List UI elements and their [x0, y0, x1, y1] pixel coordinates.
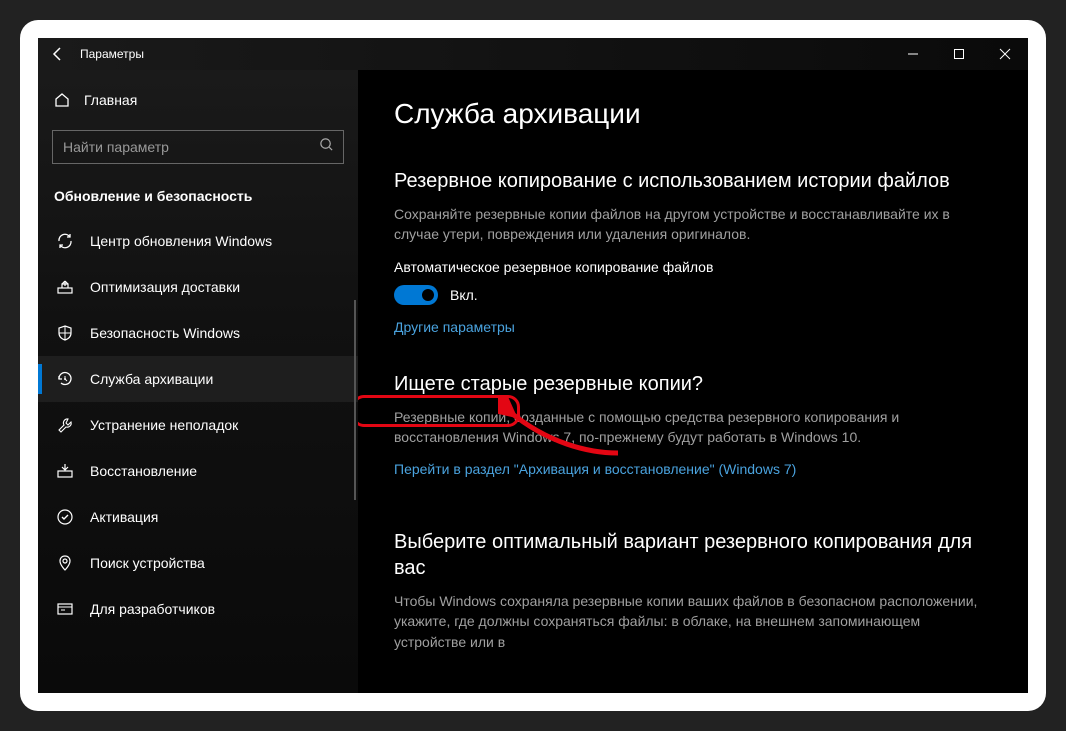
home-label: Главная	[84, 92, 137, 108]
settings-window: Параметры Главная Об	[38, 38, 1028, 693]
back-button[interactable]	[38, 38, 78, 70]
minimize-button[interactable]	[890, 38, 936, 70]
wrench-icon	[56, 416, 74, 434]
section-desc: Сохраняйте резервные копии файлов на дру…	[394, 204, 954, 245]
window-title: Параметры	[80, 47, 144, 61]
category-header: Обновление и безопасность	[38, 172, 358, 218]
section-choose-backup: Выберите оптимальный вариант резервного …	[394, 529, 992, 652]
nav-item-backup[interactable]: Служба архивации	[38, 356, 358, 402]
delivery-icon	[56, 278, 74, 296]
nav-item-find-device[interactable]: Поиск устройства	[38, 540, 358, 586]
scrollbar[interactable]	[354, 300, 356, 500]
nav-item-activation[interactable]: Активация	[38, 494, 358, 540]
nav-label: Восстановление	[90, 463, 197, 479]
location-icon	[56, 554, 74, 572]
nav-item-windows-security[interactable]: Безопасность Windows	[38, 310, 358, 356]
section-old-backups: Ищете старые резервные копии? Резервные …	[394, 371, 992, 480]
nav-label: Для разработчиков	[90, 601, 215, 617]
section-title: Выберите оптимальный вариант резервного …	[394, 529, 992, 581]
section-desc: Чтобы Windows сохраняла резервные копии …	[394, 591, 992, 652]
nav-label: Оптимизация доставки	[90, 279, 240, 295]
section-title: Ищете старые резервные копии?	[394, 371, 992, 397]
section-title: Резервное копирование с использованием и…	[394, 168, 992, 194]
activation-icon	[56, 508, 74, 526]
content-area: Служба архивации Резервное копирование с…	[358, 70, 1028, 693]
goto-backup-restore-link[interactable]: Перейти в раздел "Архивация и восстановл…	[394, 461, 796, 477]
sidebar: Главная Обновление и безопасность Центр …	[38, 70, 358, 693]
nav-label: Служба архивации	[90, 371, 213, 387]
search-input[interactable]	[52, 130, 344, 164]
home-icon	[54, 92, 70, 108]
nav-item-troubleshoot[interactable]: Устранение неполадок	[38, 402, 358, 448]
nav-label: Безопасность Windows	[90, 325, 240, 341]
sync-icon	[56, 232, 74, 250]
section-file-history: Резервное копирование с использованием и…	[394, 168, 992, 337]
toggle-state: Вкл.	[450, 287, 478, 303]
nav-item-delivery-optimization[interactable]: Оптимизация доставки	[38, 264, 358, 310]
nav-item-windows-update[interactable]: Центр обновления Windows	[38, 218, 358, 264]
search-icon	[319, 137, 334, 157]
toggle-label: Автоматическое резервное копирование фай…	[394, 259, 992, 275]
backup-icon	[56, 370, 74, 388]
nav-label: Поиск устройства	[90, 555, 205, 571]
arrow-left-icon	[50, 46, 66, 62]
shield-icon	[56, 324, 74, 342]
nav-label: Активация	[90, 509, 158, 525]
close-button[interactable]	[982, 38, 1028, 70]
nav-item-recovery[interactable]: Восстановление	[38, 448, 358, 494]
recovery-icon	[56, 462, 74, 480]
titlebar: Параметры	[38, 38, 1028, 70]
maximize-button[interactable]	[936, 38, 982, 70]
developers-icon	[56, 600, 74, 618]
nav-label: Центр обновления Windows	[90, 233, 272, 249]
nav-label: Устранение неполадок	[90, 417, 238, 433]
nav-list: Центр обновления Windows Оптимизация дос…	[38, 218, 358, 632]
more-options-link[interactable]: Другие параметры	[394, 319, 515, 335]
auto-backup-toggle[interactable]	[394, 285, 438, 305]
nav-item-for-developers[interactable]: Для разработчиков	[38, 586, 358, 632]
page-title: Служба архивации	[394, 98, 992, 130]
section-desc: Резервные копии, созданные с помощью сре…	[394, 407, 954, 448]
home-button[interactable]: Главная	[38, 84, 358, 116]
